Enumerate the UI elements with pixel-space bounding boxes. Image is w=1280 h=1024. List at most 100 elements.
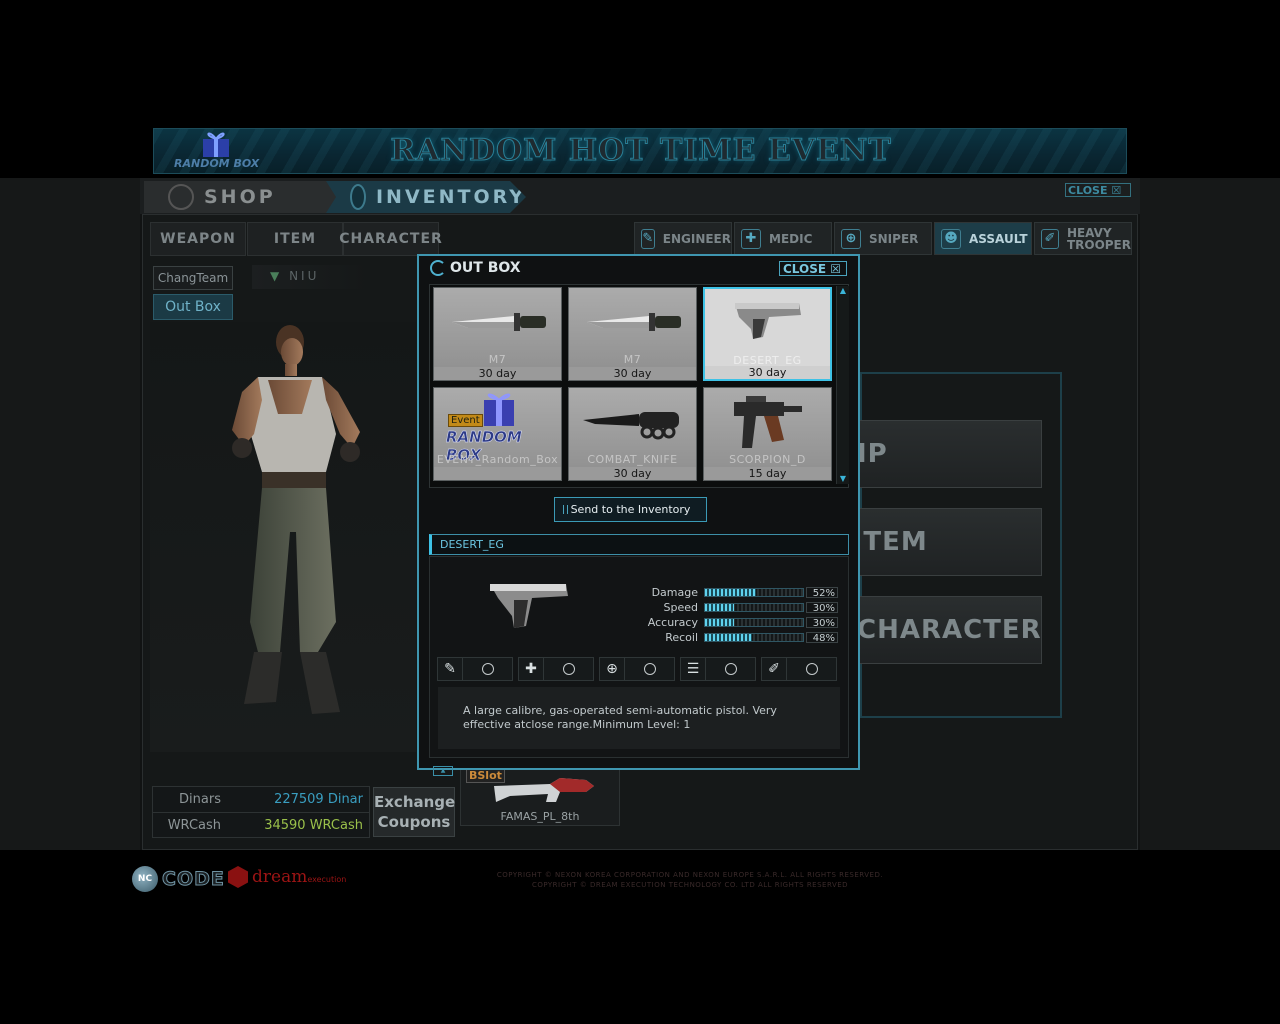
- outbox-close-button[interactable]: CLOSE ☒: [779, 261, 847, 276]
- item-name: COMBAT_KNIFE: [587, 453, 678, 466]
- scroll-up-icon[interactable]: ▲: [838, 286, 848, 296]
- tab-inventory[interactable]: INVENTORY: [326, 181, 526, 213]
- heavy-line2: TROOPER: [1066, 237, 1131, 252]
- class-slot-engineer: ✎: [437, 657, 513, 681]
- available-circle-icon: [806, 663, 818, 675]
- send-to-inventory-button[interactable]: Send to the Inventory: [554, 497, 707, 522]
- class-sniper[interactable]: ⊕ SNIPER: [834, 222, 932, 255]
- outbox-title: OUT BOX: [430, 260, 521, 276]
- stat-label: Accuracy: [647, 616, 698, 629]
- available-circle-icon: [725, 663, 737, 675]
- close-label: CLOSE: [1068, 184, 1108, 197]
- class-assault[interactable]: ☻ ASSAULT: [934, 222, 1032, 255]
- dream-execution-logo: dream execution: [228, 866, 346, 888]
- pistol-icon: [735, 303, 801, 339]
- equip-button[interactable]: EQUIP: [840, 420, 1042, 488]
- event-badge: Event: [448, 414, 483, 427]
- category-weapon[interactable]: WEAPON: [150, 222, 246, 256]
- dinar-row: Dinars 227509 Dinar: [153, 787, 369, 813]
- class-slot-medic: ✚: [518, 657, 594, 681]
- exchange-coupons-button[interactable]: Exchange Coupons: [373, 787, 455, 837]
- smg-icon: [734, 396, 802, 448]
- item-name: M7: [488, 353, 507, 366]
- scroll-down-icon[interactable]: ▲: [433, 766, 453, 776]
- bslot-weapon-name: FAMAS_PL_8th: [500, 810, 580, 823]
- class-assault-label: ASSAULT: [969, 231, 1028, 246]
- knife-icon: [452, 313, 546, 331]
- select-item-button[interactable]: SELECT ITEM: [840, 508, 1042, 576]
- available-circle-icon: [563, 663, 575, 675]
- item-name: SCORPION_D: [729, 453, 806, 466]
- class-medic-label: MEDIC: [769, 231, 813, 246]
- knife-icon: [587, 313, 681, 331]
- stat-label: Damage: [651, 586, 698, 599]
- player-name-text: NIU: [289, 269, 320, 283]
- wrench-icon: ✎: [641, 228, 655, 249]
- selected-item-name: DESERT_EG: [429, 534, 849, 555]
- item-name: M7: [623, 353, 642, 366]
- outbox-scrollbar[interactable]: ▲ ▼: [836, 286, 849, 484]
- dinar-value: 227509 Dinar: [274, 792, 363, 807]
- currency-panel: Dinars 227509 Dinar WRCash 34590 WRCash: [152, 786, 370, 838]
- medic-cross-icon: ✚: [741, 228, 761, 249]
- helmet-icon: [168, 184, 194, 210]
- event-banner[interactable]: RANDOM BOX RANDOM HOT TIME EVENT: [153, 128, 1127, 174]
- stat-fill: [705, 619, 735, 626]
- wrcash-label: WRCash: [167, 818, 221, 833]
- item-duration: 30 day: [705, 366, 830, 379]
- class-heavy-trooper[interactable]: ✐ HEAVY TROOPER: [1034, 222, 1132, 255]
- class-engineer-label: ENGINEER: [662, 231, 731, 246]
- stat-percent: 30%: [806, 617, 838, 629]
- stat-fill: [705, 634, 753, 641]
- item-duration: [434, 467, 561, 480]
- stat-fill: [705, 604, 735, 611]
- class-medic[interactable]: ✚ MEDIC: [734, 222, 832, 255]
- execution-logo-text: execution: [307, 875, 347, 884]
- character-preview[interactable]: [150, 322, 416, 752]
- tab-shop[interactable]: SHOP: [144, 181, 344, 213]
- outbox-item[interactable]: Event RANDOM BOX EVENT_Random_Box: [433, 387, 562, 481]
- outbox-item[interactable]: M7 30 day: [568, 287, 697, 381]
- heavy-icon: ✐: [762, 658, 787, 680]
- tab-shop-label: SHOP: [204, 186, 276, 208]
- pistol-icon: [490, 584, 568, 628]
- rank-icon: ▼: [270, 269, 283, 283]
- soldier-icon: [350, 184, 366, 210]
- nc-logo-badge: NC: [132, 866, 158, 892]
- class-slot-sniper: ⊕: [599, 657, 675, 681]
- code-logo-text: CODE: [162, 868, 225, 891]
- medic-cross-icon: ✚: [519, 658, 544, 680]
- wrench-icon: ✎: [438, 658, 463, 680]
- class-engineer[interactable]: ✎ ENGINEER: [634, 222, 732, 255]
- bslot-tag: BSlot: [466, 768, 505, 783]
- exchange-line1: Exchange: [374, 793, 456, 811]
- outbox-item[interactable]: M7 30 day: [433, 287, 562, 381]
- category-item[interactable]: ITEM: [247, 222, 343, 256]
- dream-logo-text: dream: [252, 867, 308, 887]
- outbox-item-selected[interactable]: DESERT_EG 30 day: [703, 287, 832, 381]
- character-button[interactable]: CHARACTER: [840, 596, 1042, 664]
- outbox-button[interactable]: Out Box: [153, 294, 233, 320]
- category-character-label: CHARACTER: [339, 231, 443, 247]
- category-character[interactable]: CHARACTER: [339, 222, 442, 256]
- available-circle-icon: [644, 663, 656, 675]
- item-duration: 30 day: [434, 367, 561, 380]
- close-x-icon: ☒: [1111, 184, 1122, 197]
- clan-button[interactable]: ChangTeam: [153, 266, 233, 290]
- stat-bar: [704, 603, 804, 612]
- category-item-label: ITEM: [273, 231, 317, 247]
- stat-fill: [705, 589, 756, 596]
- wrcash-value: 34590 WRCash: [264, 818, 363, 833]
- crosshair-icon: ⊕: [841, 228, 861, 249]
- stat-label: Recoil: [665, 631, 698, 644]
- close-x-icon: ☒: [830, 262, 842, 276]
- stat-bar: [704, 633, 804, 642]
- item-duration: 30 day: [569, 467, 696, 480]
- scroll-down-icon[interactable]: ▼: [838, 474, 848, 484]
- outbox-item[interactable]: COMBAT_KNIFE 30 day: [568, 387, 697, 481]
- dinar-label: Dinars: [179, 792, 221, 807]
- close-inventory-button[interactable]: CLOSE ☒: [1065, 183, 1131, 197]
- crosshair-icon: ⊕: [600, 658, 625, 680]
- stat-bar: [704, 618, 804, 627]
- outbox-item[interactable]: SCORPION_D 15 day: [703, 387, 832, 481]
